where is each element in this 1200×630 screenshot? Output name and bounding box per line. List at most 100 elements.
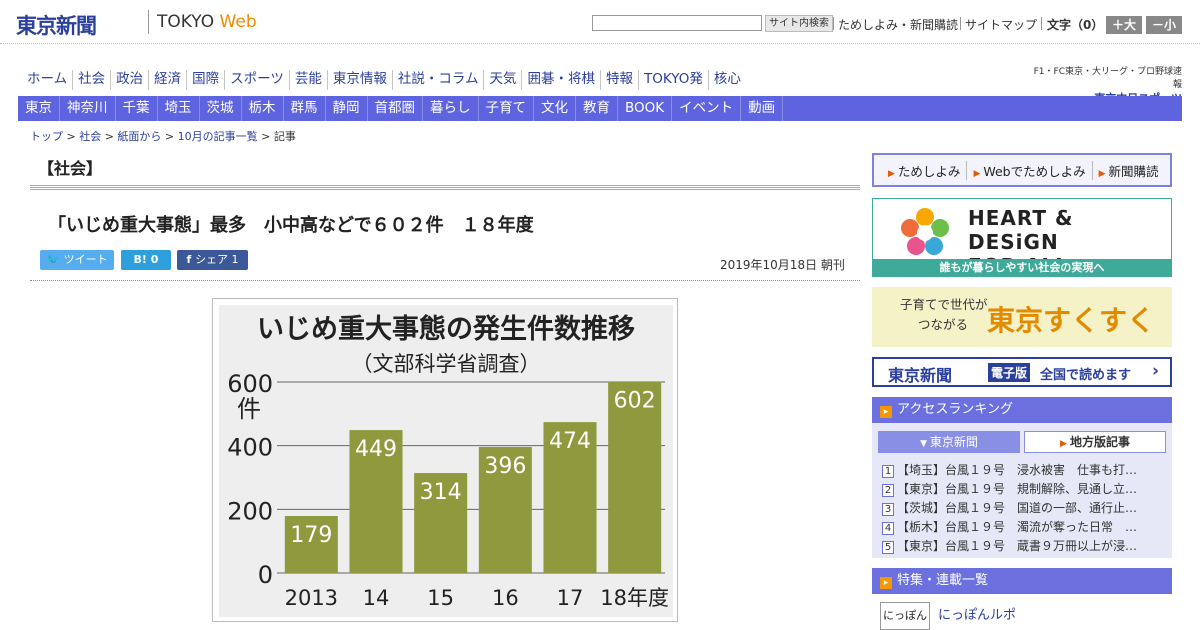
nav-item[interactable]: 芸能 (290, 70, 328, 90)
nav-item[interactable]: 東京情報 (328, 70, 393, 90)
regional-nav-item[interactable]: 千葉 (116, 96, 158, 121)
regional-nav-item[interactable]: 子育て (479, 96, 534, 121)
trial-subscribe-link[interactable]: ためしよみ・新聞購読 (838, 16, 958, 33)
share-label: シェア 1 (195, 253, 239, 266)
trial-link[interactable]: ▶ ためしよみ (882, 160, 968, 180)
regional-nav-item[interactable]: 埼玉 (158, 96, 200, 121)
heart-design-banner[interactable]: HEART & DESiGNFOR ALL 誰もが暮らしやすい社会の実現へ (872, 198, 1172, 278)
ranking-heading-label: アクセスランキング (897, 402, 1013, 417)
header-separator (833, 17, 834, 30)
logo-divider (148, 10, 149, 34)
nav-item[interactable]: 政治 (111, 70, 150, 90)
digital-badge: 電子版 (988, 363, 1031, 382)
hd-footer: 誰もが暮らしやすい社会の実現へ (873, 259, 1171, 276)
x-tick-label: 16 (492, 586, 519, 610)
trial-links-box: ▶ ためしよみ ▶ Webでためしよみ ▶ 新聞購読 (872, 153, 1172, 187)
digital-edition-banner[interactable]: 東京新聞 電子版 全国で読めます › (872, 357, 1172, 387)
regional-nav-item[interactable]: イベント (672, 96, 742, 121)
ranking-item[interactable]: 2 【東京】台風１９号 規制解除、見通し立… (882, 480, 1164, 497)
regional-nav-item[interactable]: 文化 (534, 96, 576, 121)
nav-item[interactable]: 特報 (601, 70, 639, 90)
regional-nav-item[interactable]: 茨城 (200, 96, 242, 121)
search-input[interactable] (592, 15, 762, 31)
chunichi-sports-banner[interactable]: F1・FC東京・大リーグ・プロ野球速報 東京中日スポーツ (1026, 64, 1182, 105)
ranking-item[interactable]: 5 【東京】台風１９号 蔵書９万冊以上が浸… (882, 537, 1164, 554)
x-tick-label: 14 (363, 586, 390, 610)
nav-item[interactable]: 核心 (709, 70, 746, 90)
suku-brand: 東京すくすく (987, 304, 1156, 337)
regional-nav-item[interactable]: 栃木 (242, 96, 284, 121)
tokyo-sukusuku-banner[interactable]: 子育てで世代が つながる 東京すくすく (872, 287, 1172, 347)
nav-item[interactable]: 社会 (73, 70, 112, 90)
nav-item[interactable]: 囲碁・将棋 (522, 70, 601, 90)
breadcrumb-item[interactable]: 社会 (79, 130, 101, 143)
facebook-share-button[interactable]: f シェア 1 (177, 250, 248, 270)
tokyo-web-logo[interactable]: TOKYO Web (157, 12, 257, 32)
font-smaller-button[interactable]: －小 (1146, 16, 1182, 34)
nav-item[interactable]: TOKYO発 (639, 70, 709, 90)
trial-link[interactable]: ▶ 新聞購読 (1093, 161, 1165, 180)
arrow-bullet-icon: ▸ (880, 406, 892, 418)
regional-nav-item[interactable]: 暮らし (423, 96, 479, 121)
flower-logo-icon (901, 208, 949, 255)
regional-nav-item[interactable]: 東京 (18, 96, 60, 121)
ranking-heading: ▸ アクセスランキング (872, 397, 1172, 423)
ranking-item[interactable]: 3 【茨城】台風１９号 国道の一部、通行止… (882, 499, 1164, 516)
chevron-right-icon: › (1152, 361, 1160, 381)
tab-tokyo-shimbun[interactable]: ▼ 東京新聞 (878, 431, 1020, 453)
nav-item[interactable]: 天気 (484, 70, 523, 90)
ranking-item[interactable]: 1 【埼玉】台風１９号 浸水被害 仕事も打… (882, 461, 1164, 478)
breadcrumb-separator: > (101, 130, 118, 143)
breadcrumb-separator: > (161, 130, 178, 143)
chart-subtitle: （文部科学省調査） (352, 352, 541, 376)
nav-item[interactable]: 国際 (187, 70, 226, 90)
site-logo[interactable]: 東京新聞 (16, 10, 97, 40)
tweet-button[interactable]: 🐦 ツイート (40, 250, 114, 270)
regional-nav-item[interactable]: 静岡 (326, 96, 368, 121)
nav-item[interactable]: 経済 (149, 70, 188, 90)
breadcrumb-item[interactable]: 10月の記事一覧 (178, 130, 258, 143)
y-tick-label: 400 (227, 434, 273, 462)
breadcrumb-item[interactable]: 紙面から (117, 130, 161, 143)
feature-title[interactable]: にっぽんルポ (938, 604, 1016, 623)
rank-number: 5 (882, 541, 894, 554)
rank-number: 3 (882, 503, 894, 516)
regional-nav-item[interactable]: 群馬 (284, 96, 326, 121)
nav-item[interactable]: 社説・コラム (393, 70, 485, 90)
nav-item[interactable]: スポーツ (225, 70, 290, 90)
digital-logo: 東京新聞 (888, 366, 953, 385)
regional-nav-item[interactable]: 神奈川 (60, 96, 116, 121)
data-label: 179 (290, 523, 332, 548)
arrow-right-icon: ▶ (1098, 168, 1106, 179)
chunichi-tagline: F1・FC東京・大リーグ・プロ野球速報 (1033, 67, 1182, 90)
regional-nav-item[interactable]: BOOK (618, 96, 673, 121)
header-separator (960, 17, 961, 30)
trial-link-label: ためしよみ (897, 163, 961, 179)
regional-nav-item[interactable]: 教育 (576, 96, 618, 121)
hatena-bookmark-button[interactable]: B! 0 (121, 250, 171, 270)
breadcrumb: トップ > 社会 > 紙面から > 10月の記事一覧 > 記事 (30, 128, 296, 144)
site-search-button[interactable]: サイト内検索 (765, 15, 833, 32)
font-bigger-button[interactable]: ＋大 (1106, 16, 1142, 34)
feature-thumbnail[interactable]: にっぽん (880, 602, 930, 630)
font-size-label: 文字（0） (1047, 18, 1104, 32)
chart-title: いじめ重大事態の発生件数推移 (257, 313, 635, 345)
sitemap-link[interactable]: サイトマップ (965, 16, 1037, 33)
nav-item[interactable]: ホーム (22, 70, 74, 90)
rank-number: 4 (882, 522, 894, 535)
regional-nav-item[interactable]: 動画 (741, 96, 784, 121)
trial-link-label: 新聞購読 (1108, 163, 1159, 179)
logo-web-suffix: Web (219, 12, 257, 32)
rank-text: 【東京】台風１９号 規制解除、見通し立… (897, 482, 1138, 496)
trial-link[interactable]: ▶ Webでためしよみ (967, 160, 1093, 180)
y-tick-label: 600 (227, 370, 273, 398)
regional-nav-item[interactable]: 首都圏 (368, 96, 423, 121)
breadcrumb-item[interactable]: トップ (30, 130, 63, 143)
tab-local-articles[interactable]: ▶ 地方版記事 (1024, 431, 1166, 453)
ranking-item[interactable]: 4 【栃木】台風１９号 濁流が奪った日常 … (882, 518, 1164, 535)
rank-text: 【栃木】台風１９号 濁流が奪った日常 … (897, 520, 1138, 534)
features-heading-label: 特集・連載一覧 (897, 573, 989, 588)
site-header: 東京新聞 TOKYO Web サイト内検索 ためしよみ・新聞購読 サイトマップ … (0, 0, 1200, 44)
arrow-right-icon: ▶ (888, 168, 895, 179)
y-tick-label: 200 (227, 497, 273, 525)
